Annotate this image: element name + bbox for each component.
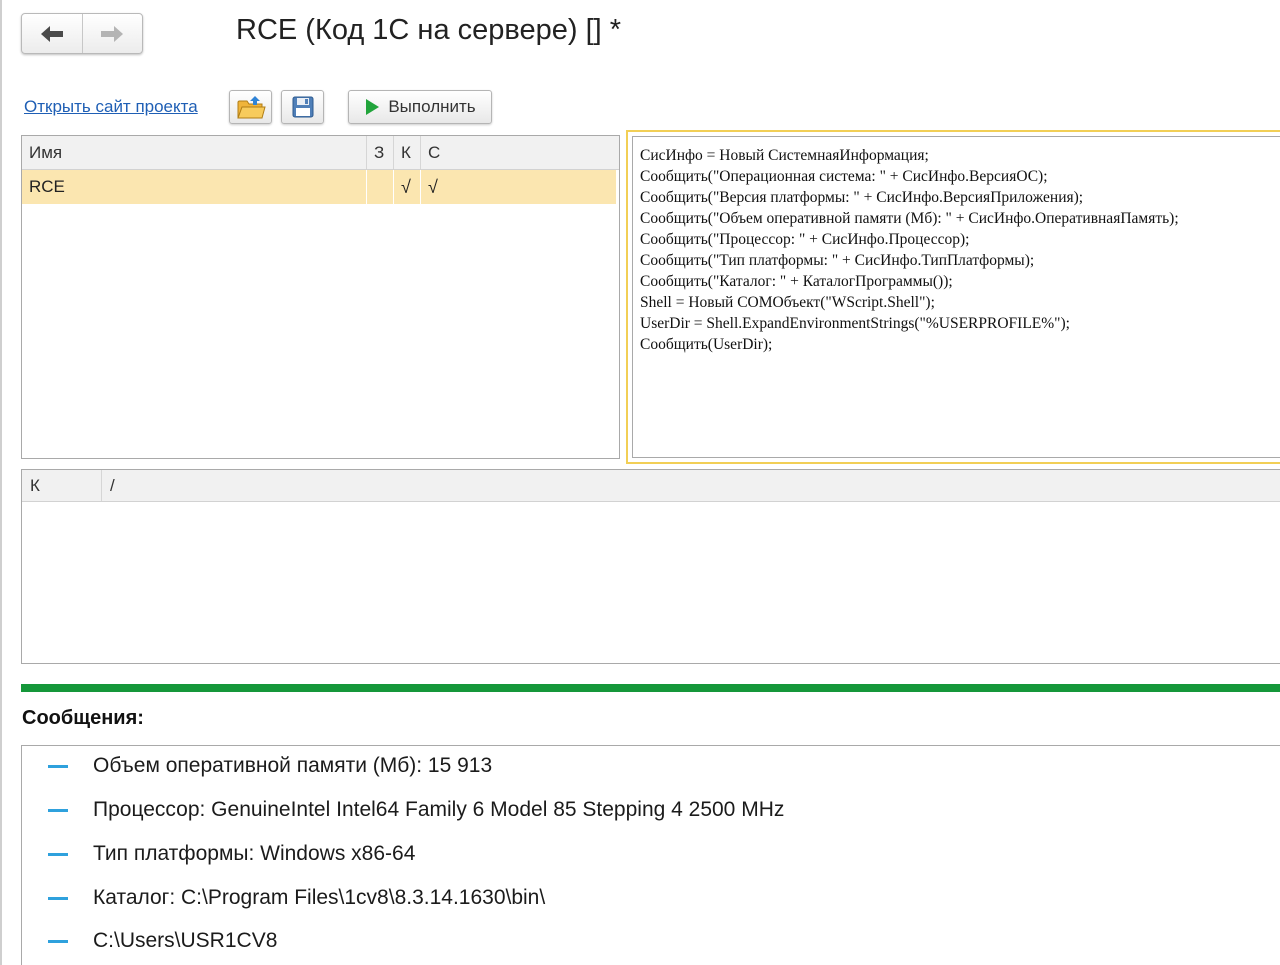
message-text: Тип платформы: Windows x86-64 [93, 842, 416, 865]
code-line: Сообщить("Объем оперативной памяти (Мб):… [640, 210, 1179, 227]
floppy-disk-icon [292, 96, 313, 118]
column-header-slash[interactable]: / [102, 470, 115, 501]
scripts-table-header: Имя З К С [22, 136, 619, 170]
run-button[interactable]: Выполнить [348, 90, 492, 124]
code-editor[interactable]: СисИнфо = Новый СистемнаяИнформация; Соо… [632, 136, 1280, 458]
cell-s: √ [428, 176, 438, 197]
code-line: Сообщить("Тип платформы: " + СисИнфо.Тип… [640, 252, 1035, 269]
forward-button[interactable] [81, 14, 143, 53]
back-button[interactable] [22, 14, 82, 53]
open-project-site-link[interactable]: Открыть сайт проекта [24, 97, 198, 117]
column-header-k[interactable]: К [394, 136, 421, 169]
message-text: Объем оперативной памяти (Мб): 15 913 [93, 754, 493, 777]
run-button-label: Выполнить [388, 97, 476, 116]
save-button[interactable] [281, 90, 324, 124]
code-editor-frame: СисИнфо = Новый СистемнаяИнформация; Соо… [626, 130, 1280, 464]
column-header-z[interactable]: З [367, 136, 394, 169]
arrow-right-icon [101, 25, 124, 42]
message-marker-icon [48, 897, 68, 900]
open-file-button[interactable] [229, 90, 272, 124]
code-line: UserDir = Shell.ExpandEnvironmentStrings… [640, 315, 1070, 332]
app-window: RCE (Код 1С на сервере) [] * Открыть сай… [0, 0, 1280, 965]
code-line: Сообщить(UserDir); [640, 336, 773, 353]
arrow-left-icon [40, 25, 63, 42]
messages-title: Сообщения: [22, 707, 144, 729]
scripts-table: Имя З К С RCE √ √ [21, 135, 620, 459]
nav-buttons [21, 13, 143, 54]
params-table-header: К / [22, 470, 1280, 502]
message-marker-icon [48, 940, 68, 943]
message-marker-icon [48, 765, 68, 768]
code-line: Сообщить("Операционная система: " + СисИ… [640, 168, 1048, 185]
message-marker-icon [48, 809, 68, 812]
code-line: Shell = Новый COMОбъект("WScript.Shell")… [640, 294, 935, 311]
column-header-name[interactable]: Имя [22, 136, 367, 169]
column-header-k[interactable]: К [22, 470, 102, 501]
messages-list: Объем оперативной памяти (Мб): 15 913 Пр… [21, 745, 1280, 965]
code-line: Сообщить("Каталог: " + КаталогПрограммы(… [640, 273, 953, 290]
code-line: Сообщить("Версия платформы: " + СисИнфо.… [640, 189, 1084, 206]
message-text: C:\Users\USR1CV8 [93, 929, 278, 952]
code-line: Сообщить("Процессор: " + СисИнфо.Процесс… [640, 231, 970, 248]
window-edge [0, 0, 2, 965]
message-text: Процессор: GenuineIntel Intel64 Family 6… [93, 798, 785, 821]
play-icon [366, 99, 380, 115]
message-text: Каталог: C:\Program Files\1cv8\8.3.14.16… [93, 886, 546, 909]
params-table: К / [21, 469, 1280, 664]
table-row[interactable]: RCE √ √ [22, 170, 616, 204]
message-marker-icon [48, 853, 68, 856]
cell-z [367, 170, 394, 204]
cell-name: RCE [22, 170, 367, 204]
column-header-s[interactable]: С [421, 136, 619, 169]
cell-k: √ [394, 170, 421, 204]
window-title: RCE (Код 1С на сервере) [] * [236, 14, 622, 46]
code-line: СисИнфо = Новый СистемнаяИнформация; [640, 147, 929, 164]
section-divider [21, 684, 1280, 692]
folder-open-icon [236, 96, 266, 119]
